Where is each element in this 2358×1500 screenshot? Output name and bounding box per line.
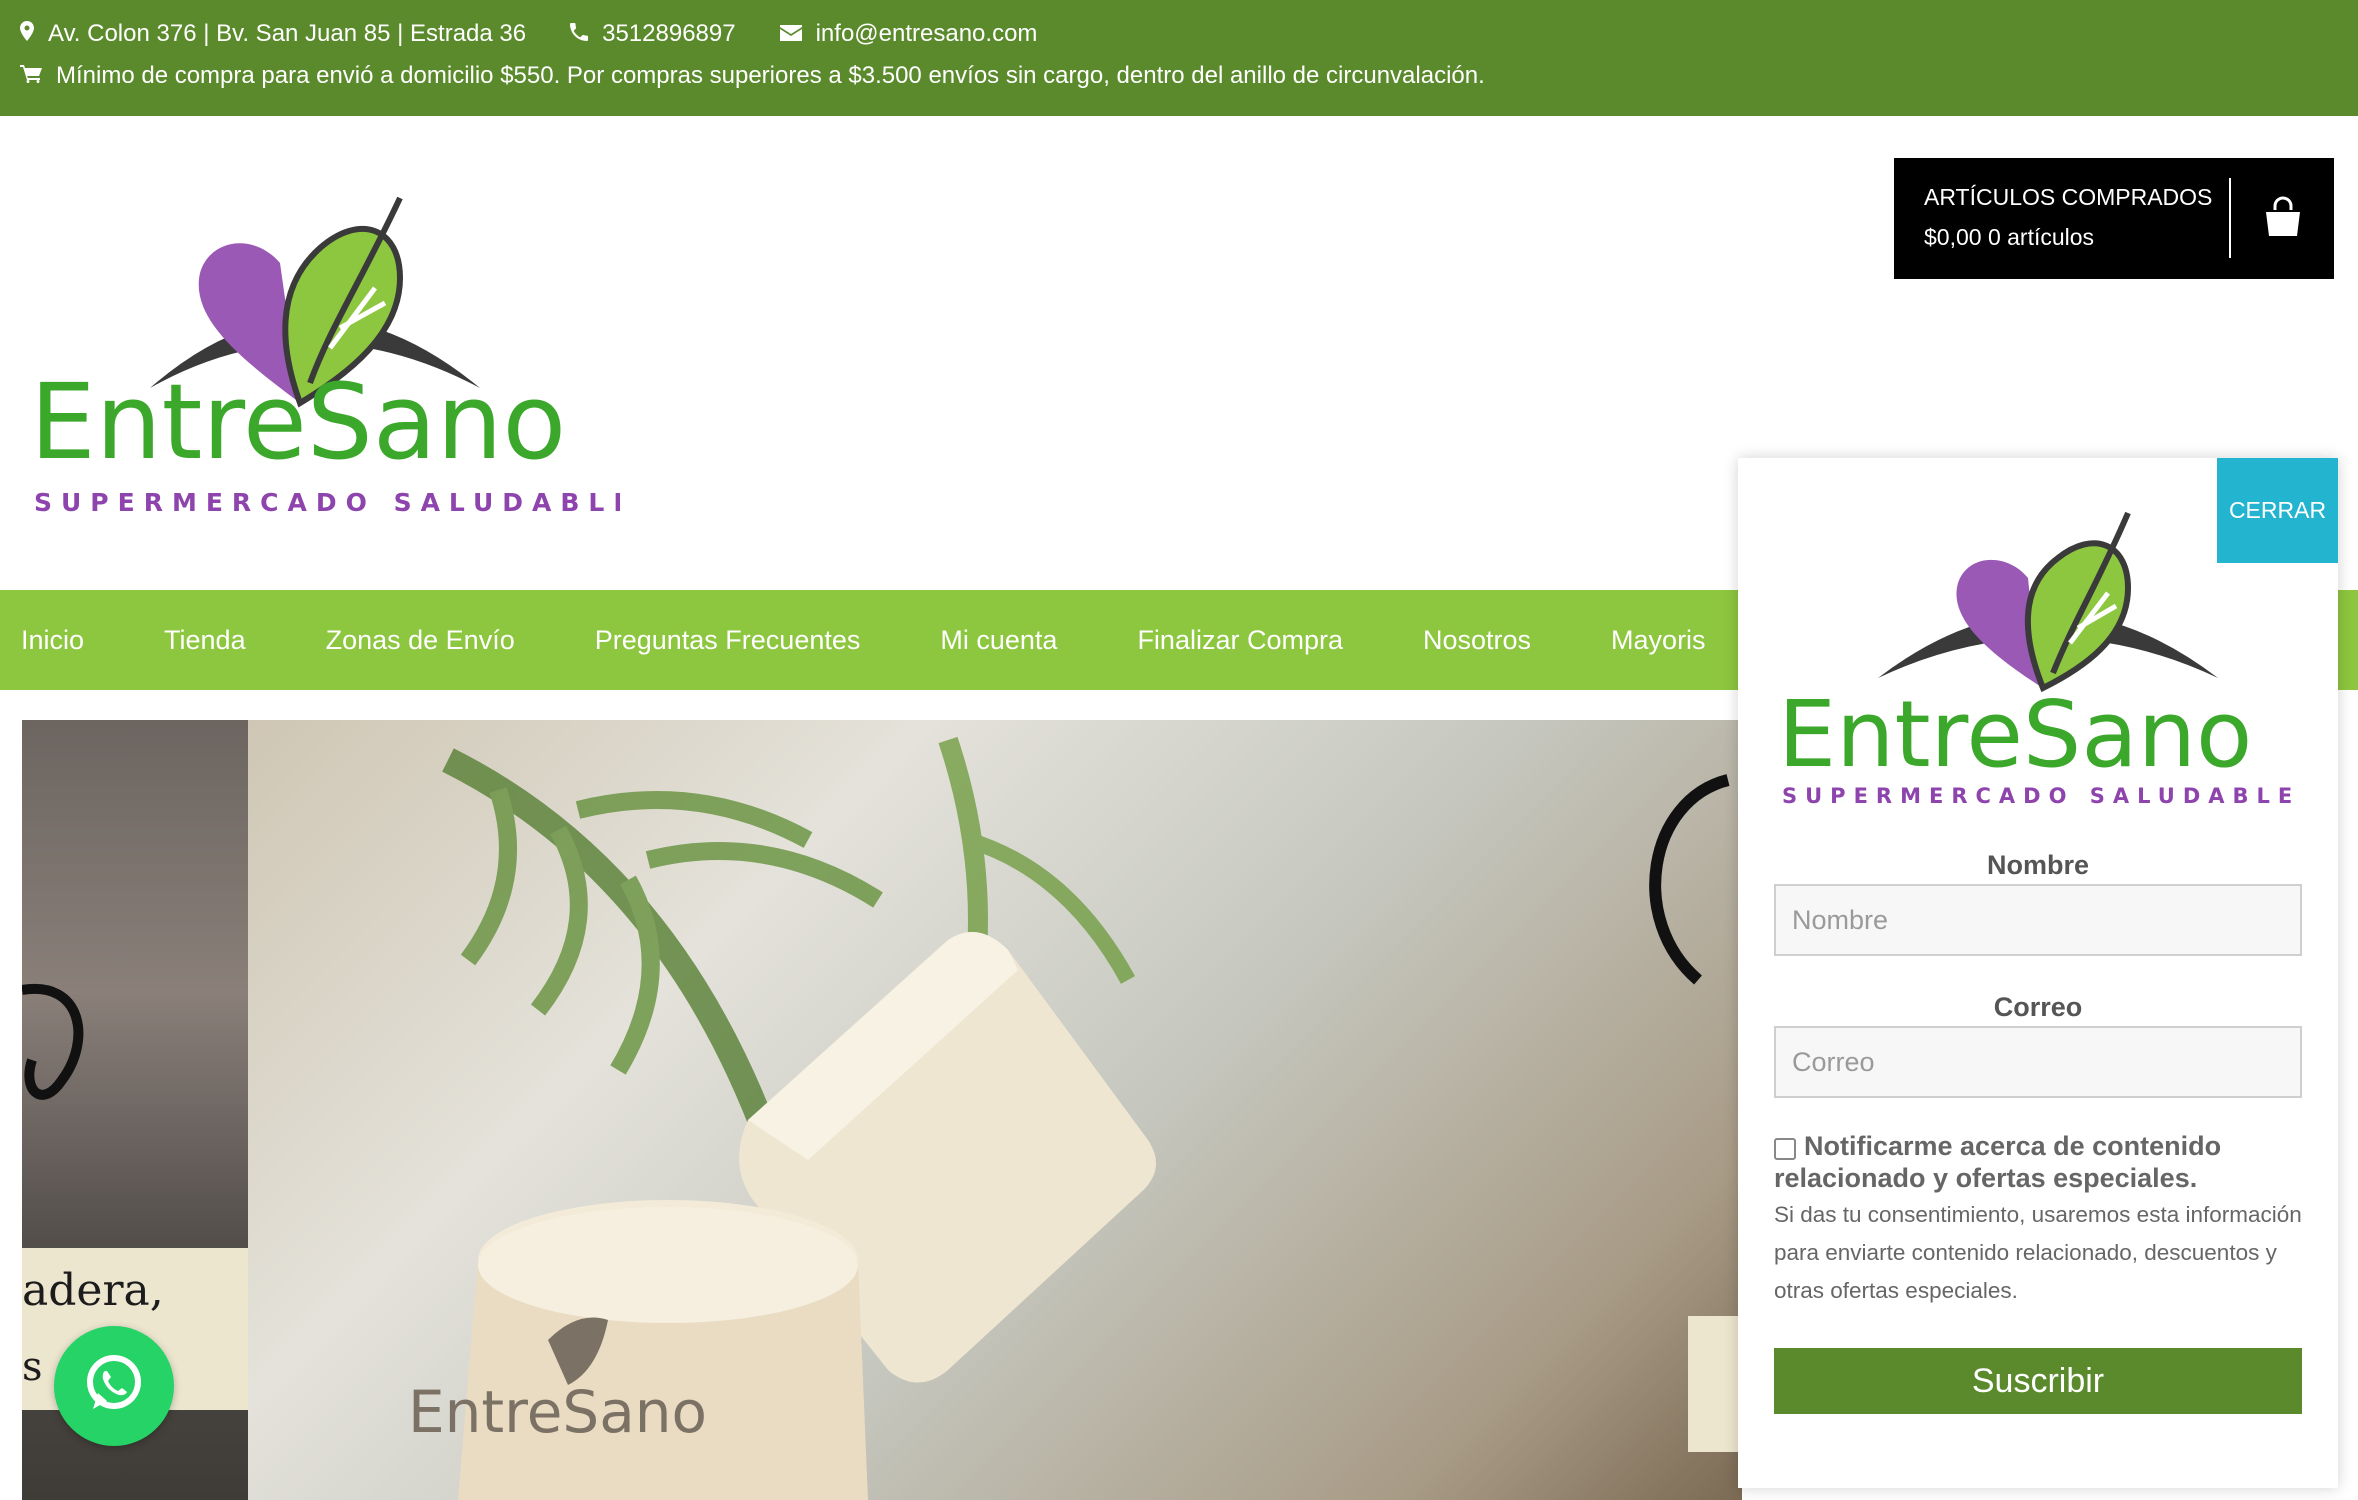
nav-item-nosotros[interactable]: Nosotros	[1423, 625, 1531, 656]
whatsapp-button[interactable]	[54, 1326, 174, 1446]
cart-divider	[2229, 178, 2231, 258]
soap-bars-illustration: EntreSano	[408, 736, 1742, 1500]
map-marker-icon	[20, 20, 48, 48]
top-info-bar: Av. Colon 376 | Bv. San Juan 85 | Estrad…	[0, 0, 2358, 116]
contact-row: Av. Colon 376 | Bv. San Juan 85 | Estrad…	[20, 20, 1081, 48]
address-item: Av. Colon 376 | Bv. San Juan 85 | Estrad…	[20, 20, 526, 48]
cart-icon	[20, 62, 56, 90]
notice-item: Mínimo de compra para envió a domicilio …	[20, 62, 1485, 90]
phone-item[interactable]: 3512896897	[570, 20, 736, 48]
envelope-icon	[779, 20, 816, 48]
phone-icon	[570, 20, 602, 48]
nav-item-tienda[interactable]: Tienda	[164, 625, 246, 656]
consent-title: Notificarme acerca de contenido relacion…	[1774, 1131, 2222, 1193]
popup-logo-wordmark: EntreSano	[1778, 681, 2252, 788]
subscribe-button[interactable]: Suscribir	[1774, 1348, 2302, 1414]
email-text: info@entresano.com	[815, 20, 1038, 47]
nav-item-mi-cuenta[interactable]: Mi cuenta	[940, 625, 1057, 656]
email-label: Correo	[1993, 992, 2083, 1022]
nav-item-finalizar-compra[interactable]: Finalizar Compra	[1137, 625, 1343, 656]
consent-block: Notificarme acerca de contenido relacion…	[1774, 1130, 2314, 1310]
page: Av. Colon 376 | Bv. San Juan 85 | Estrad…	[0, 0, 2358, 1500]
popup-logo: EntreSano SUPERMERCADO SALUDABLE	[1778, 508, 2298, 808]
email-field[interactable]	[1774, 1026, 2302, 1098]
hero-left-text-2: s	[22, 1344, 43, 1390]
address-text: Av. Colon 376 | Bv. San Juan 85 | Estrad…	[48, 20, 527, 47]
popup-logo-tagline: SUPERMERCADO SALUDABLE	[1782, 784, 2298, 808]
hero-image: EntreSano	[248, 720, 1742, 1500]
subscribe-popup: CERRAR EntreSano SUPERMERCADO SALUDABLE …	[1738, 458, 2338, 1488]
notice-row: Mínimo de compra para envió a domicilio …	[20, 62, 1485, 90]
phone-text: 3512896897	[602, 20, 736, 47]
notice-text: Mínimo de compra para envió a domicilio …	[56, 62, 1485, 89]
cart-summary: $0,00 0 artículos	[1924, 224, 2095, 250]
script-decoration	[22, 983, 84, 1100]
cart-widget[interactable]: ARTÍCULOS COMPRADOS $0,00 0 artículos	[1894, 158, 2334, 279]
nav-item-preguntas-frecuentes[interactable]: Preguntas Frecuentes	[595, 625, 861, 656]
soap-stamp-wordmark: EntreSano	[408, 1378, 707, 1446]
logo-wordmark: EntreSano	[30, 361, 566, 483]
consent-description: Si das tu consentimiento, usaremos esta …	[1774, 1202, 2302, 1303]
hero-left-text-1: adera,	[22, 1265, 164, 1316]
nav-item-inicio[interactable]: Inicio	[21, 625, 84, 656]
name-label: Nombre	[1986, 850, 2089, 880]
site-logo[interactable]: EntreSano SUPERMERCADO SALUDABLE	[30, 188, 630, 528]
shopping-bag-icon[interactable]	[2262, 196, 2304, 243]
logo-tagline: SUPERMERCADO SALUDABLE	[34, 488, 620, 517]
whatsapp-icon	[79, 1349, 149, 1424]
nav-item-zonas-envio[interactable]: Zonas de Envío	[326, 625, 515, 656]
name-field[interactable]	[1774, 884, 2302, 956]
nav-item-mayoristas[interactable]: Mayoris	[1611, 625, 1706, 656]
hero-slider[interactable]: adera, s EntreSano	[22, 720, 1742, 1500]
consent-checkbox[interactable]	[1774, 1138, 1796, 1160]
email-item[interactable]: info@entresano.com	[779, 20, 1038, 48]
cart-title: ARTÍCULOS COMPRADOS	[1924, 184, 2213, 210]
